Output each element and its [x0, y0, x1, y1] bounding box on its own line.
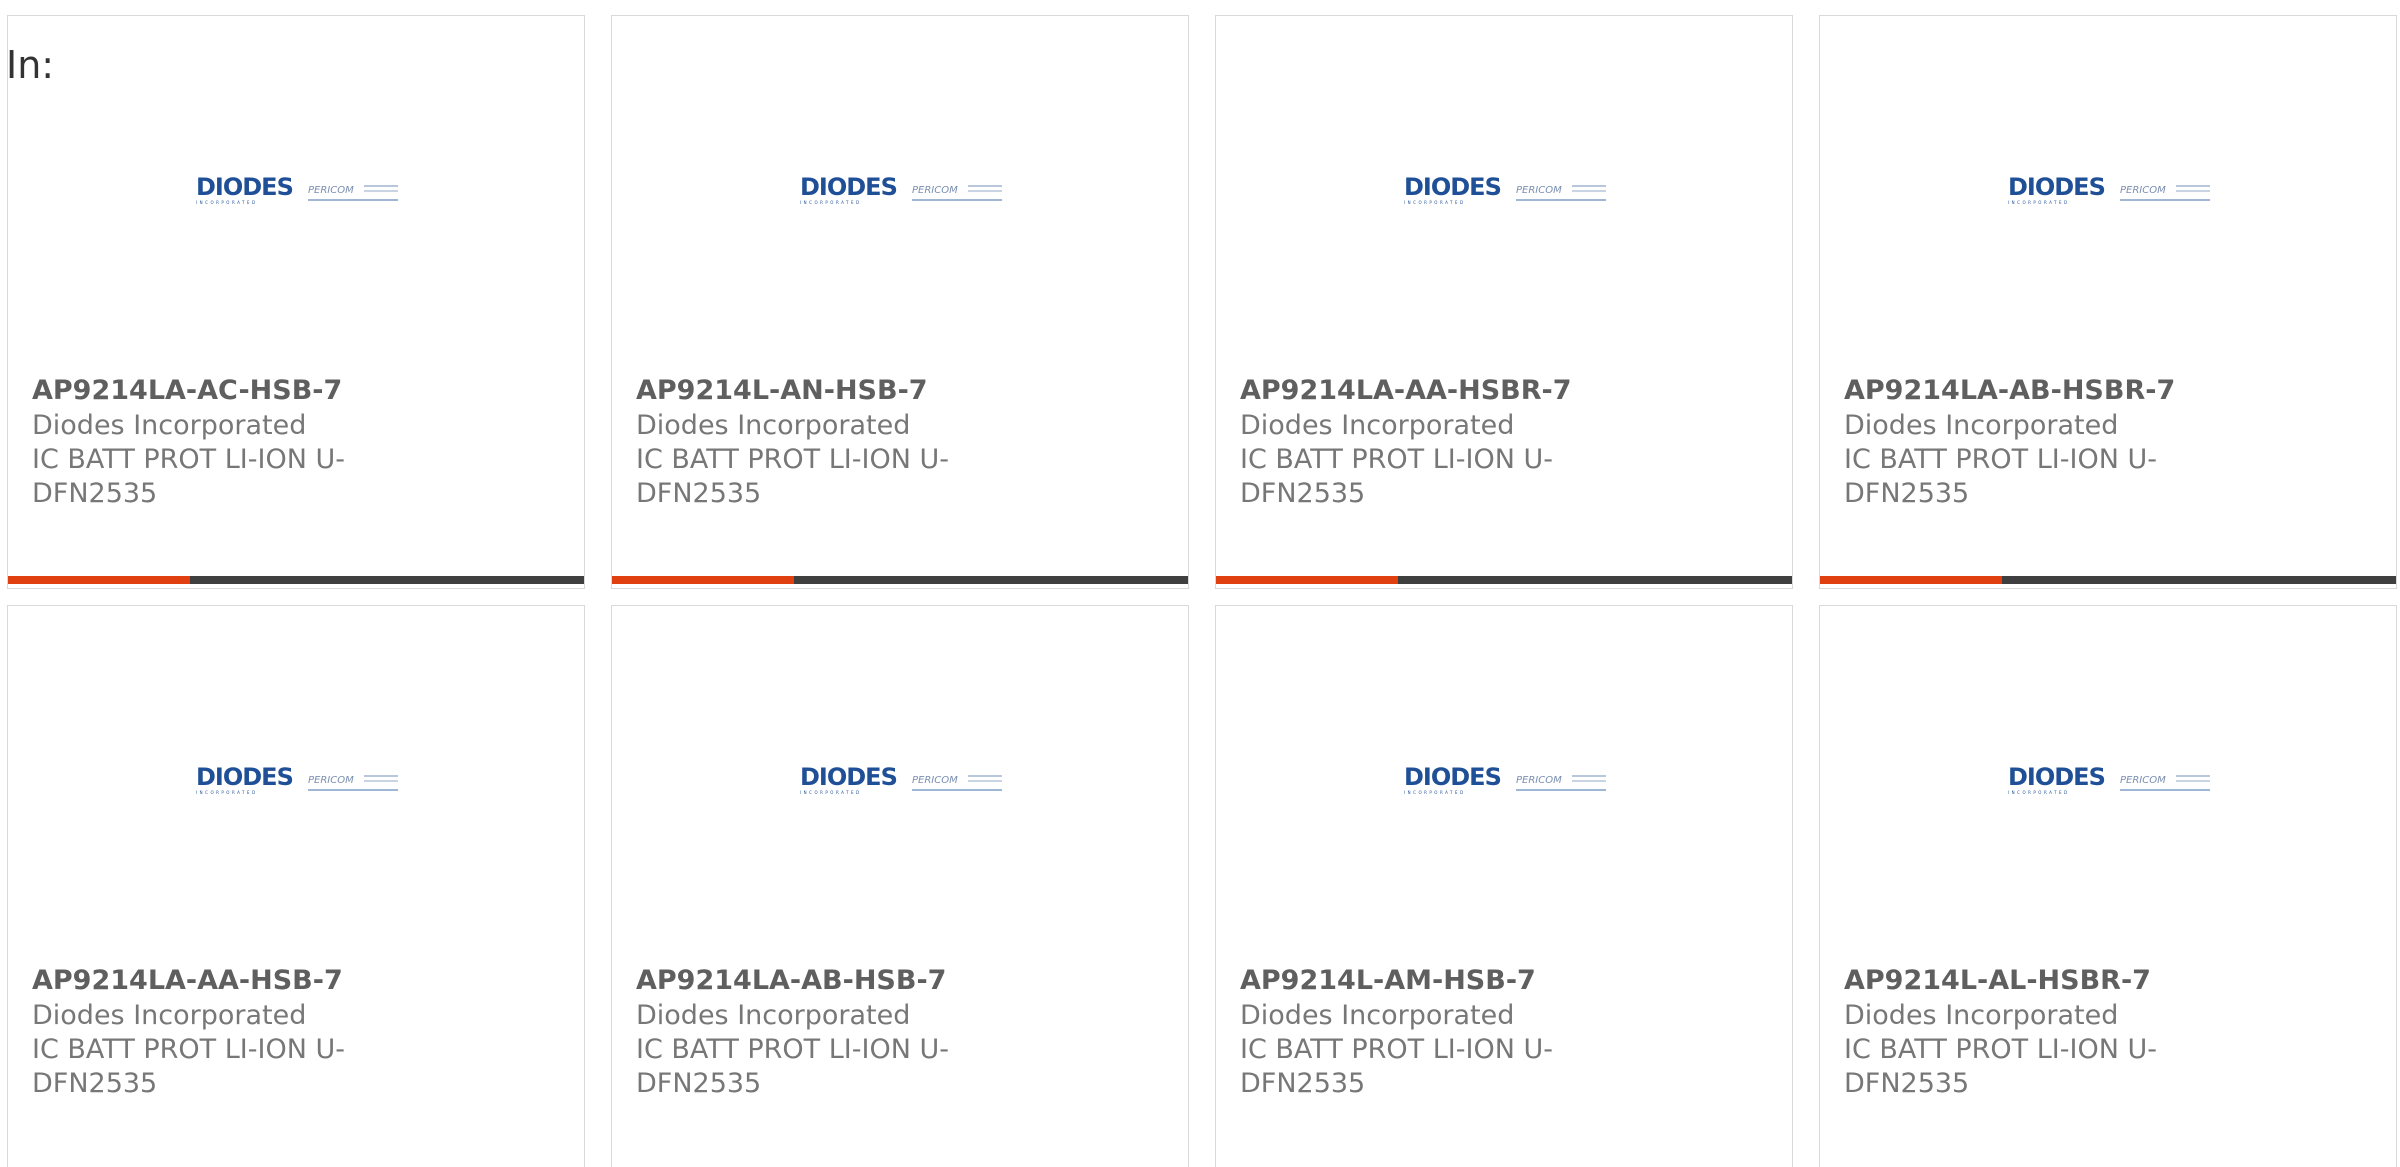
diodes-pericom-logo: DIODES INCORPORATED PERICOM	[798, 761, 1006, 807]
part-number[interactable]: AP9214L-AN-HSB-7	[636, 373, 996, 409]
svg-text:PERICOM: PERICOM	[2120, 185, 2166, 196]
page-heading: In:	[6, 43, 55, 87]
product-info: AP9214L-AN-HSB-7 Diodes Incorporated IC …	[636, 373, 996, 511]
card-accent-bar-fill	[1216, 576, 1398, 584]
svg-text:PERICOM: PERICOM	[912, 775, 958, 786]
product-description: IC BATT PROT LI-ION U-DFN2535	[32, 1034, 346, 1099]
diodes-pericom-logo: DIODES INCORPORATED PERICOM	[2006, 171, 2214, 217]
svg-text:INCORPORATED: INCORPORATED	[196, 200, 258, 205]
product-info: AP9214LA-AA-HSB-7 Diodes Incorporated IC…	[32, 963, 392, 1101]
diodes-pericom-logo: DIODES INCORPORATED PERICOM	[1402, 171, 1610, 217]
svg-text:DIODES: DIODES	[800, 173, 897, 201]
card-accent-bar	[612, 576, 1188, 584]
diodes-pericom-logo: DIODES INCORPORATED PERICOM	[194, 761, 402, 807]
product-description: IC BATT PROT LI-ION U-DFN2535	[1844, 1034, 2158, 1099]
diodes-pericom-logo: DIODES INCORPORATED PERICOM	[2006, 761, 2214, 807]
svg-text:INCORPORATED: INCORPORATED	[800, 790, 862, 795]
svg-text:INCORPORATED: INCORPORATED	[1404, 200, 1466, 205]
svg-text:DIODES: DIODES	[196, 763, 293, 791]
product-card[interactable]: DIODES INCORPORATED PERICOM AP9214L-AL-H…	[1819, 605, 2397, 1167]
manufacturer: Diodes Incorporated	[32, 410, 307, 441]
svg-text:INCORPORATED: INCORPORATED	[2008, 200, 2070, 205]
card-accent-bar-fill	[1820, 576, 2002, 584]
svg-text:DIODES: DIODES	[196, 173, 293, 201]
part-number[interactable]: AP9214LA-AB-HSBR-7	[1844, 373, 2204, 409]
manufacturer: Diodes Incorporated	[1240, 1000, 1515, 1031]
svg-text:PERICOM: PERICOM	[308, 185, 354, 196]
product-card[interactable]: DIODES INCORPORATED PERICOM AP9214L-AM-H…	[1215, 605, 1793, 1167]
product-description: IC BATT PROT LI-ION U-DFN2535	[636, 444, 950, 509]
svg-text:PERICOM: PERICOM	[308, 775, 354, 786]
svg-text:INCORPORATED: INCORPORATED	[1404, 790, 1466, 795]
product-card[interactable]: DIODES INCORPORATED PERICOM AP9214LA-AA-…	[1215, 15, 1793, 589]
product-description: IC BATT PROT LI-ION U-DFN2535	[1240, 1034, 1554, 1099]
product-info: AP9214L-AM-HSB-7 Diodes Incorporated IC …	[1240, 963, 1600, 1101]
svg-text:PERICOM: PERICOM	[912, 185, 958, 196]
svg-text:PERICOM: PERICOM	[2120, 775, 2166, 786]
diodes-pericom-logo: DIODES INCORPORATED PERICOM	[1402, 761, 1610, 807]
svg-text:DIODES: DIODES	[800, 763, 897, 791]
part-number[interactable]: AP9214LA-AA-HSBR-7	[1240, 373, 1600, 409]
card-accent-bar	[1216, 576, 1792, 584]
svg-text:INCORPORATED: INCORPORATED	[2008, 790, 2070, 795]
manufacturer: Diodes Incorporated	[1844, 1000, 2119, 1031]
part-number[interactable]: AP9214LA-AA-HSB-7	[32, 963, 392, 999]
card-accent-bar	[1820, 576, 2396, 584]
manufacturer: Diodes Incorporated	[1240, 410, 1515, 441]
part-number[interactable]: AP9214L-AM-HSB-7	[1240, 963, 1600, 999]
product-card[interactable]: DIODES INCORPORATED PERICOM AP9214LA-AB-…	[611, 605, 1189, 1167]
product-card[interactable]: DIODES INCORPORATED PERICOM AP9214L-AN-H…	[611, 15, 1189, 589]
part-number[interactable]: AP9214LA-AC-HSB-7	[32, 373, 392, 409]
manufacturer: Diodes Incorporated	[636, 410, 911, 441]
diodes-pericom-logo: DIODES INCORPORATED PERICOM	[194, 171, 402, 217]
svg-text:DIODES: DIODES	[1404, 173, 1501, 201]
product-description: IC BATT PROT LI-ION U-DFN2535	[1240, 444, 1554, 509]
product-description: IC BATT PROT LI-ION U-DFN2535	[32, 444, 346, 509]
diodes-pericom-logo: DIODES INCORPORATED PERICOM	[798, 171, 1006, 217]
product-card[interactable]: DIODES INCORPORATED PERICOM AP9214LA-AA-…	[7, 605, 585, 1167]
svg-text:PERICOM: PERICOM	[1516, 775, 1562, 786]
product-info: AP9214LA-AA-HSBR-7 Diodes Incorporated I…	[1240, 373, 1600, 511]
svg-text:INCORPORATED: INCORPORATED	[800, 200, 862, 205]
product-info: AP9214L-AL-HSBR-7 Diodes Incorporated IC…	[1844, 963, 2204, 1101]
card-accent-bar-fill	[8, 576, 190, 584]
svg-text:DIODES: DIODES	[2008, 173, 2105, 201]
product-description: IC BATT PROT LI-ION U-DFN2535	[1844, 444, 2158, 509]
svg-text:PERICOM: PERICOM	[1516, 185, 1562, 196]
product-card[interactable]: DIODES INCORPORATED PERICOM AP9214LA-AC-…	[7, 15, 585, 589]
manufacturer: Diodes Incorporated	[636, 1000, 911, 1031]
svg-text:DIODES: DIODES	[2008, 763, 2105, 791]
svg-text:INCORPORATED: INCORPORATED	[196, 790, 258, 795]
product-info: AP9214LA-AC-HSB-7 Diodes Incorporated IC…	[32, 373, 392, 511]
product-description: IC BATT PROT LI-ION U-DFN2535	[636, 1034, 950, 1099]
product-info: AP9214LA-AB-HSB-7 Diodes Incorporated IC…	[636, 963, 996, 1101]
product-card[interactable]: DIODES INCORPORATED PERICOM AP9214LA-AB-…	[1819, 15, 2397, 589]
part-number[interactable]: AP9214LA-AB-HSB-7	[636, 963, 996, 999]
manufacturer: Diodes Incorporated	[32, 1000, 307, 1031]
product-grid-page: In: DIODES INCORPORATED PERICOM AP9214LA…	[0, 0, 2400, 1167]
product-info: AP9214LA-AB-HSBR-7 Diodes Incorporated I…	[1844, 373, 2204, 511]
manufacturer: Diodes Incorporated	[1844, 410, 2119, 441]
card-accent-bar	[8, 576, 584, 584]
part-number[interactable]: AP9214L-AL-HSBR-7	[1844, 963, 2204, 999]
svg-text:DIODES: DIODES	[1404, 763, 1501, 791]
card-accent-bar-fill	[612, 576, 794, 584]
